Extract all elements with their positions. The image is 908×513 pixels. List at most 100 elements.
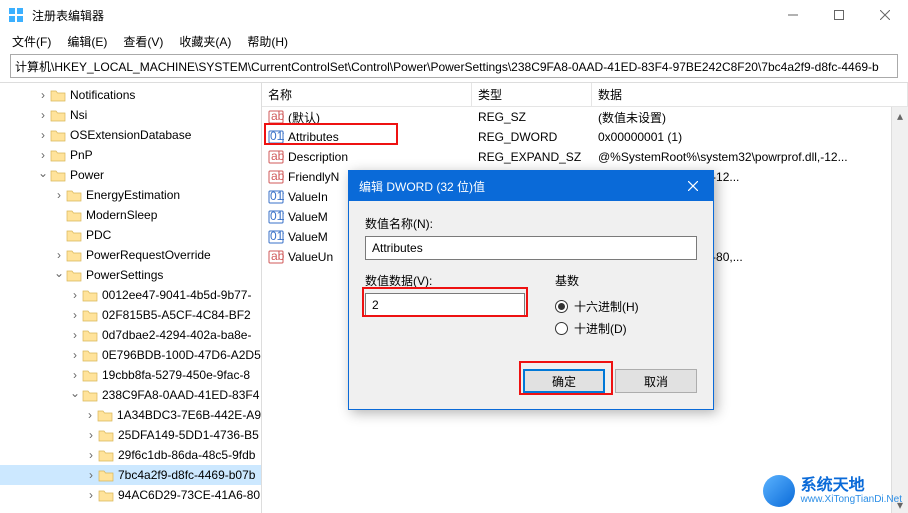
cancel-button[interactable]: 取消: [615, 369, 697, 393]
watermark: 系统天地 www.XiTongTianDi.Net: [763, 475, 902, 507]
twisty-icon[interactable]: ›: [84, 468, 98, 482]
tree-item-label: EnergyEstimation: [86, 188, 180, 202]
value-data: 0x00000001 (1): [592, 130, 908, 144]
tree-item[interactable]: ModernSleep: [0, 205, 261, 225]
twisty-icon[interactable]: ›: [36, 148, 50, 162]
watermark-url: www.XiTongTianDi.Net: [801, 494, 902, 505]
globe-icon: [763, 475, 795, 507]
tree-item[interactable]: ⌄ Power: [0, 165, 261, 185]
twisty-icon[interactable]: ›: [84, 428, 98, 442]
folder-icon: [66, 188, 82, 202]
folder-icon: [82, 328, 98, 342]
twisty-icon[interactable]: ⌄: [52, 266, 66, 280]
value-data-label: 数值数据(V):: [365, 272, 525, 289]
value-name-input[interactable]: [365, 236, 697, 260]
tree-item[interactable]: PDC: [0, 225, 261, 245]
menu-help[interactable]: 帮助(H): [241, 31, 294, 52]
value-row[interactable]: ab(默认)REG_SZ(数值未设置): [262, 107, 908, 127]
twisty-icon[interactable]: ›: [36, 88, 50, 102]
edit-dword-dialog: 编辑 DWORD (32 位)值 数值名称(N): 数值数据(V): 基数 十六…: [348, 170, 714, 410]
tree-item[interactable]: ›25DFA149-5DD1-4736-B5: [0, 425, 261, 445]
maximize-button[interactable]: [816, 0, 862, 30]
tree-item[interactable]: ›19cbb8fa-5279-450e-9fac-8: [0, 365, 261, 385]
folder-icon: [82, 348, 98, 362]
tree-item[interactable]: ›Nsi: [0, 105, 261, 125]
value-row[interactable]: abDescriptionREG_EXPAND_SZ@%SystemRoot%\…: [262, 147, 908, 167]
value-row[interactable]: 011AttributesREG_DWORD0x00000001 (1): [262, 127, 908, 147]
twisty-icon[interactable]: ›: [68, 348, 82, 362]
value-data-input[interactable]: [365, 293, 525, 317]
twisty-icon[interactable]: ⌄: [36, 166, 50, 180]
twisty-icon[interactable]: ›: [68, 308, 82, 322]
tree-item[interactable]: ›0d7dbae2-4294-402a-ba8e-: [0, 325, 261, 345]
folder-icon: [66, 228, 82, 242]
svg-text:ab: ab: [271, 149, 284, 163]
folder-icon: [97, 408, 113, 422]
address-bar[interactable]: 计算机\HKEY_LOCAL_MACHINE\SYSTEM\CurrentCon…: [10, 54, 898, 78]
twisty-icon[interactable]: ›: [52, 248, 66, 262]
tree-pane[interactable]: ›Notifications›Nsi›OSExtensionDatabase›P…: [0, 83, 262, 513]
tree-item[interactable]: ›0E796BDB-100D-47D6-A2D5: [0, 345, 261, 365]
folder-icon: [82, 288, 98, 302]
tree-item[interactable]: ›94AC6D29-73CE-41A6-80: [0, 485, 261, 505]
menu-file[interactable]: 文件(F): [6, 31, 57, 52]
twisty-icon[interactable]: ›: [68, 368, 82, 382]
twisty-icon[interactable]: ›: [84, 448, 98, 462]
folder-icon: [66, 208, 82, 222]
tree-item[interactable]: › OSExtensionDatabase: [0, 125, 261, 145]
binary-value-icon: 011: [268, 229, 284, 245]
vertical-scrollbar[interactable]: ▴ ▾: [891, 107, 908, 513]
tree-item[interactable]: ›0012ee47-9041-4b5d-9b77-: [0, 285, 261, 305]
tree-item[interactable]: › 02F815B5-A5CF-4C84-BF2: [0, 305, 261, 325]
twisty-icon[interactable]: ›: [36, 108, 50, 122]
value-name: ValueM: [288, 230, 328, 244]
column-name[interactable]: 名称: [262, 83, 472, 106]
twisty-icon[interactable]: ›: [83, 408, 97, 422]
folder-icon: [82, 368, 98, 382]
scroll-up-icon[interactable]: ▴: [892, 107, 908, 124]
binary-value-icon: 011: [268, 129, 284, 145]
folder-icon: [82, 388, 98, 402]
tree-item[interactable]: ›7bc4a2f9-d8fc-4469-b07b: [0, 465, 261, 485]
tree-item[interactable]: ›PowerRequestOverride: [0, 245, 261, 265]
dialog-close-button[interactable]: [673, 171, 713, 201]
tree-item[interactable]: › Notifications: [0, 85, 261, 105]
tree-item-label: 1A34BDC3-7E6B-442E-A9: [117, 408, 261, 422]
list-header: 名称 类型 数据: [262, 83, 908, 107]
twisty-icon[interactable]: ›: [36, 128, 50, 142]
tree-item[interactable]: › EnergyEstimation: [0, 185, 261, 205]
tree-item-label: Notifications: [70, 88, 135, 102]
binary-value-icon: 011: [268, 209, 284, 225]
dialog-titlebar[interactable]: 编辑 DWORD (32 位)值: [349, 171, 713, 201]
tree-item-label: OSExtensionDatabase: [70, 128, 191, 142]
twisty-icon[interactable]: ⌄: [68, 386, 82, 400]
column-type[interactable]: 类型: [472, 83, 592, 106]
twisty-icon[interactable]: ›: [68, 328, 82, 342]
menu-edit[interactable]: 编辑(E): [61, 31, 113, 52]
twisty-icon[interactable]: ›: [68, 288, 82, 302]
folder-icon: [50, 88, 66, 102]
menu-favorites[interactable]: 收藏夹(A): [173, 31, 237, 52]
value-name: ValueUn: [288, 250, 333, 264]
close-button[interactable]: [862, 0, 908, 30]
folder-icon: [50, 128, 66, 142]
ok-button[interactable]: 确定: [523, 369, 605, 393]
tree-item[interactable]: ⌄PowerSettings: [0, 265, 261, 285]
column-data[interactable]: 数据: [592, 83, 908, 106]
twisty-icon[interactable]: ›: [84, 488, 98, 502]
tree-item[interactable]: ⌄238C9FA8-0AAD-41ED-83F4: [0, 385, 261, 405]
radio-dec[interactable]: 十进制(D): [555, 317, 639, 339]
tree-item[interactable]: ›29f6c1db-86da-48c5-9fdb: [0, 445, 261, 465]
folder-icon: [50, 168, 66, 182]
minimize-button[interactable]: [770, 0, 816, 30]
tree-item[interactable]: › 1A34BDC3-7E6B-442E-A9: [0, 405, 261, 425]
radio-hex[interactable]: 十六进制(H): [555, 295, 639, 317]
tree-item[interactable]: ›PnP: [0, 145, 261, 165]
twisty-icon[interactable]: ›: [52, 188, 66, 202]
tree-item-label: Power: [70, 168, 104, 182]
value-type: REG_SZ: [472, 110, 592, 124]
string-value-icon: ab: [268, 149, 284, 165]
menu-view[interactable]: 查看(V): [117, 31, 169, 52]
base-label: 基数: [555, 272, 639, 289]
tree-item-label: 02F815B5-A5CF-4C84-BF2: [102, 308, 251, 322]
